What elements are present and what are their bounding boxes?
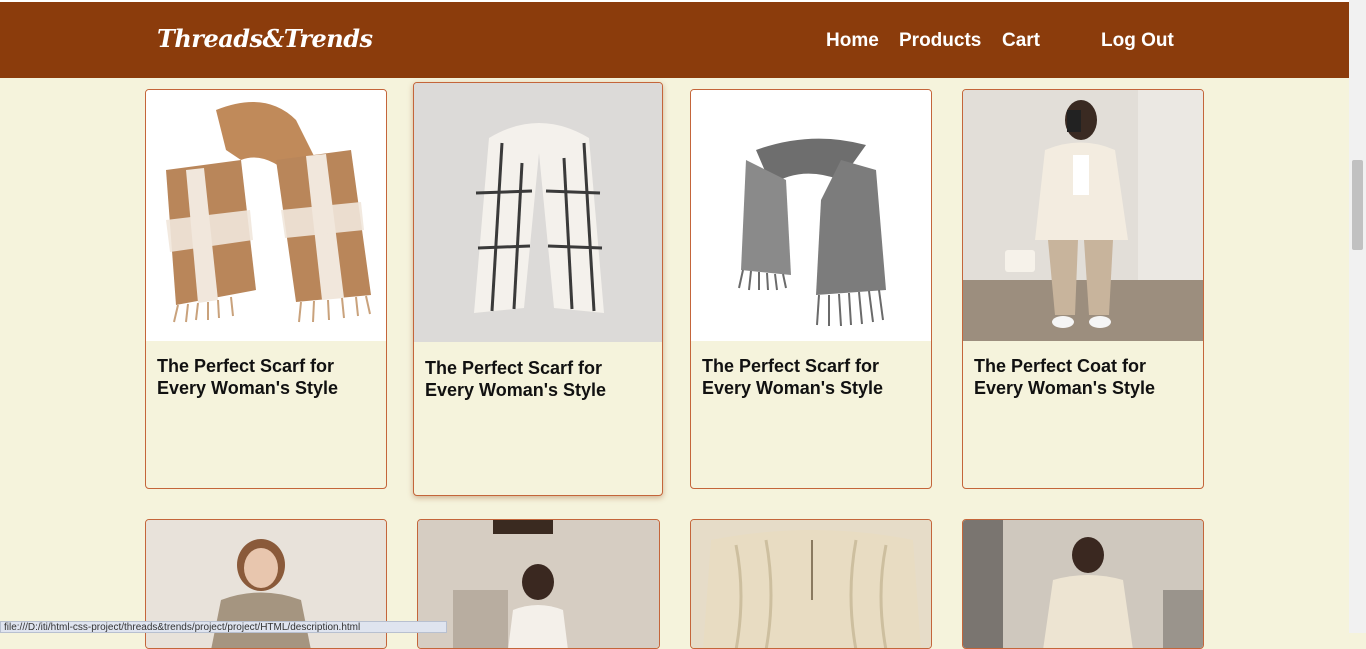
product-image[interactable]	[414, 83, 662, 342]
product-card[interactable]: The Perfect Scarf for Every Woman's Styl…	[145, 89, 387, 489]
product-title: The Perfect Coat for Every Woman's Style	[974, 356, 1156, 398]
product-image[interactable]	[146, 90, 386, 341]
product-image[interactable]	[963, 520, 1203, 648]
product-card[interactable]: The Perfect Scarf for Every Woman's Styl…	[690, 89, 932, 489]
nav-logout-link[interactable]: Log Out	[1101, 30, 1174, 52]
product-image[interactable]	[963, 90, 1203, 341]
product-card[interactable]: The Perfect Coat for Every Woman's Style	[962, 89, 1204, 489]
product-title: The Perfect Scarf for Every Woman's Styl…	[702, 356, 884, 398]
brand-logo[interactable]: Threads&Trends	[157, 24, 373, 53]
product-card[interactable]	[962, 519, 1204, 649]
navbar: Threads&Trends Home Products Cart Log Ou…	[0, 2, 1349, 78]
product-title: The Perfect Scarf for Every Woman's Styl…	[425, 358, 607, 400]
product-card[interactable]: The Perfect Scarf for Every Woman's Styl…	[413, 82, 663, 496]
product-image[interactable]	[691, 520, 931, 648]
scrollbar-thumb[interactable]	[1352, 160, 1363, 250]
status-bar-url: file:///D:/iti/html-css-project/threads&…	[0, 621, 447, 633]
nav-products-link[interactable]: Products	[899, 30, 981, 52]
vertical-scrollbar[interactable]	[1349, 0, 1366, 633]
product-image[interactable]	[691, 90, 931, 341]
product-image[interactable]	[418, 520, 659, 648]
product-title: The Perfect Scarf for Every Woman's Styl…	[157, 356, 339, 398]
product-card[interactable]	[417, 519, 660, 649]
nav-home-link[interactable]: Home	[826, 30, 879, 52]
nav-cart-link[interactable]: Cart	[1002, 30, 1040, 52]
product-card[interactable]	[690, 519, 932, 649]
